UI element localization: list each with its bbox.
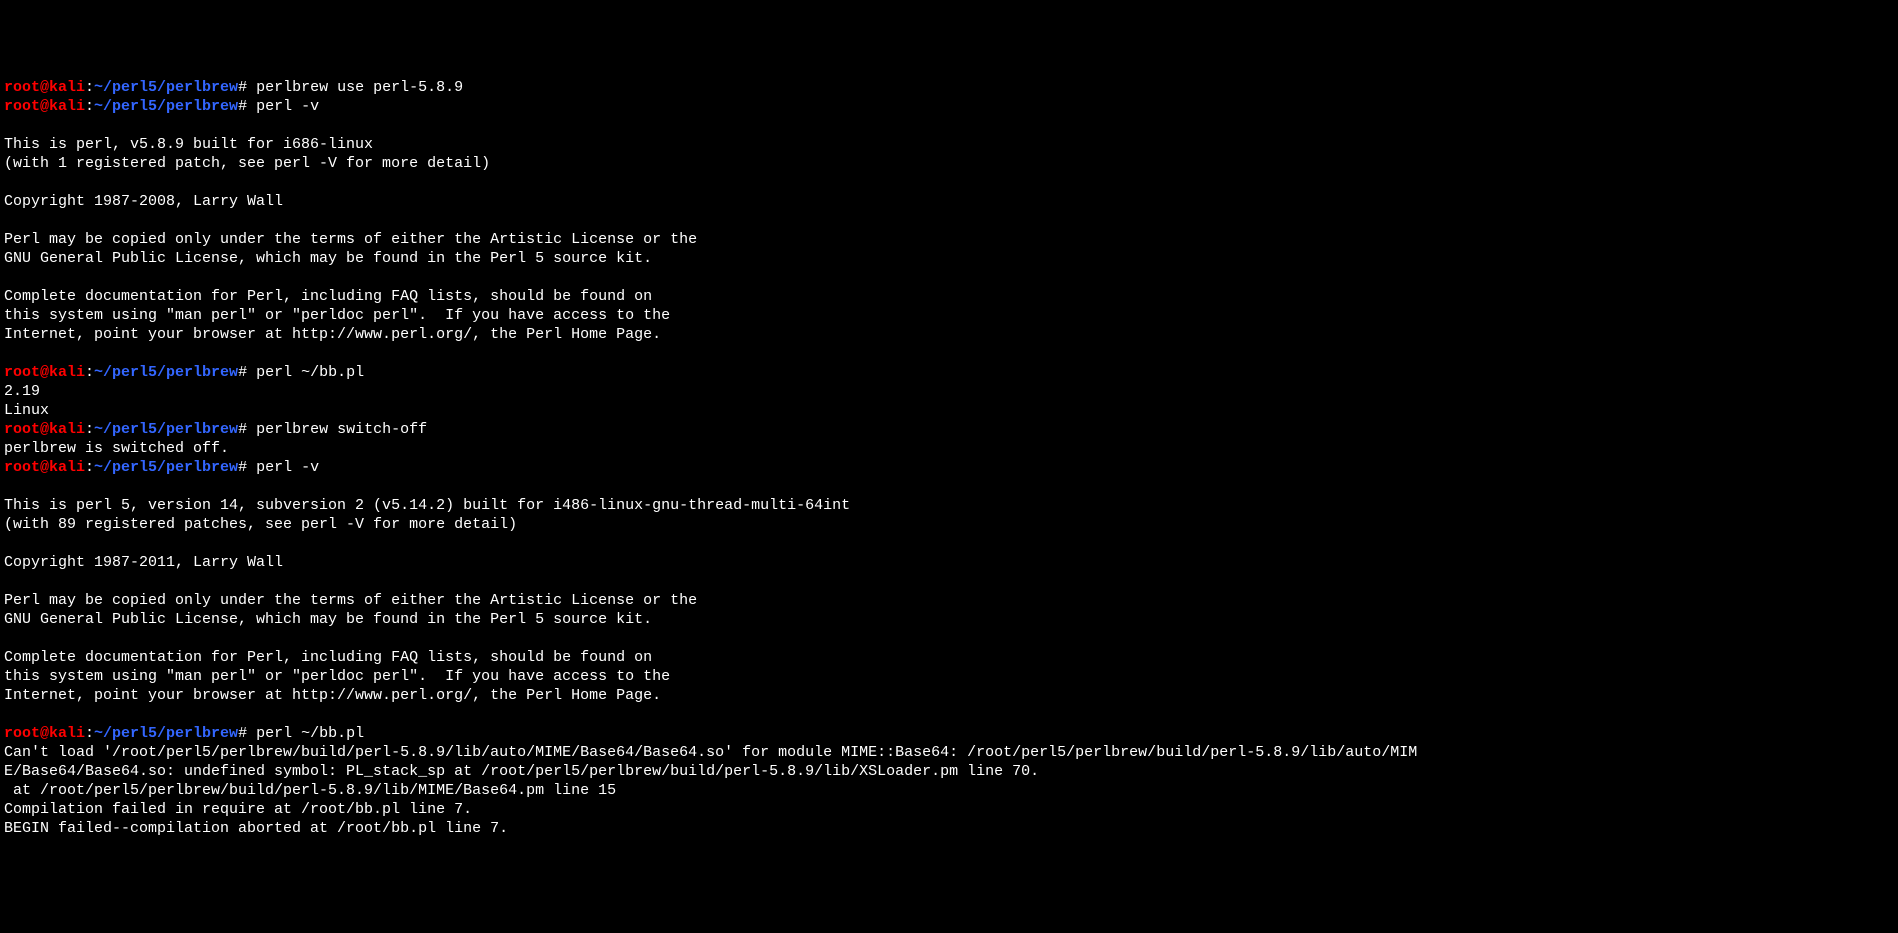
prompt-hash: # xyxy=(238,364,256,381)
prompt-hash: # xyxy=(238,421,256,438)
prompt-colon: : xyxy=(85,421,94,438)
terminal-line: root@kali:~/perl5/perlbrew# perlbrew use… xyxy=(4,78,1894,97)
output-line: Compilation failed in require at /root/b… xyxy=(4,800,1894,819)
output-line: Can't load '/root/perl5/perlbrew/build/p… xyxy=(4,743,1894,762)
output-line: BEGIN failed--compilation aborted at /ro… xyxy=(4,819,1894,838)
prompt-hash: # xyxy=(238,79,256,96)
output-line: This is perl, v5.8.9 built for i686-linu… xyxy=(4,135,1894,154)
blank-line xyxy=(4,629,1894,648)
blank-line xyxy=(4,211,1894,230)
output-line: at /root/perl5/perlbrew/build/perl-5.8.9… xyxy=(4,781,1894,800)
blank-line xyxy=(4,116,1894,135)
terminal-line: root@kali:~/perl5/perlbrew# perl ~/bb.pl xyxy=(4,724,1894,743)
command-text: perl ~/bb.pl xyxy=(256,364,364,381)
output-line: This is perl 5, version 14, subversion 2… xyxy=(4,496,1894,515)
prompt-colon: : xyxy=(85,364,94,381)
output-line: Copyright 1987-2008, Larry Wall xyxy=(4,192,1894,211)
output-line: GNU General Public License, which may be… xyxy=(4,610,1894,629)
output-line: (with 89 registered patches, see perl -V… xyxy=(4,515,1894,534)
terminal-line: root@kali:~/perl5/perlbrew# perlbrew swi… xyxy=(4,420,1894,439)
blank-line xyxy=(4,344,1894,363)
prompt-path: ~/perl5/perlbrew xyxy=(94,98,238,115)
command-text: perlbrew switch-off xyxy=(256,421,427,438)
terminal-line: root@kali:~/perl5/perlbrew# perl -v xyxy=(4,97,1894,116)
blank-line xyxy=(4,572,1894,591)
prompt-hash: # xyxy=(238,98,256,115)
prompt-user: root@kali xyxy=(4,725,85,742)
blank-line xyxy=(4,173,1894,192)
prompt-user: root@kali xyxy=(4,421,85,438)
prompt-user: root@kali xyxy=(4,459,85,476)
blank-line xyxy=(4,534,1894,553)
output-line: E/Base64/Base64.so: undefined symbol: PL… xyxy=(4,762,1894,781)
prompt-path: ~/perl5/perlbrew xyxy=(94,79,238,96)
command-text: perl -v xyxy=(256,459,319,476)
blank-line xyxy=(4,705,1894,724)
prompt-colon: : xyxy=(85,725,94,742)
prompt-path: ~/perl5/perlbrew xyxy=(94,364,238,381)
terminal-output[interactable]: root@kali:~/perl5/perlbrew# perlbrew use… xyxy=(4,78,1894,838)
command-text: perlbrew use perl-5.8.9 xyxy=(256,79,463,96)
output-line: this system using "man perl" or "perldoc… xyxy=(4,667,1894,686)
output-line: GNU General Public License, which may be… xyxy=(4,249,1894,268)
prompt-user: root@kali xyxy=(4,98,85,115)
prompt-colon: : xyxy=(85,98,94,115)
output-line: Perl may be copied only under the terms … xyxy=(4,591,1894,610)
command-text: perl ~/bb.pl xyxy=(256,725,364,742)
terminal-line: root@kali:~/perl5/perlbrew# perl ~/bb.pl xyxy=(4,363,1894,382)
prompt-hash: # xyxy=(238,725,256,742)
output-line: this system using "man perl" or "perldoc… xyxy=(4,306,1894,325)
prompt-colon: : xyxy=(85,79,94,96)
output-line: Internet, point your browser at http://w… xyxy=(4,325,1894,344)
output-line: (with 1 registered patch, see perl -V fo… xyxy=(4,154,1894,173)
prompt-hash: # xyxy=(238,459,256,476)
output-line: Internet, point your browser at http://w… xyxy=(4,686,1894,705)
prompt-path: ~/perl5/perlbrew xyxy=(94,459,238,476)
output-line: Linux xyxy=(4,401,1894,420)
output-line: Perl may be copied only under the terms … xyxy=(4,230,1894,249)
prompt-user: root@kali xyxy=(4,79,85,96)
output-line: Complete documentation for Perl, includi… xyxy=(4,287,1894,306)
output-line: perlbrew is switched off. xyxy=(4,439,1894,458)
prompt-path: ~/perl5/perlbrew xyxy=(94,725,238,742)
blank-line xyxy=(4,477,1894,496)
prompt-path: ~/perl5/perlbrew xyxy=(94,421,238,438)
blank-line xyxy=(4,268,1894,287)
output-line: Complete documentation for Perl, includi… xyxy=(4,648,1894,667)
prompt-colon: : xyxy=(85,459,94,476)
output-line: Copyright 1987-2011, Larry Wall xyxy=(4,553,1894,572)
prompt-user: root@kali xyxy=(4,364,85,381)
command-text: perl -v xyxy=(256,98,319,115)
terminal-line: root@kali:~/perl5/perlbrew# perl -v xyxy=(4,458,1894,477)
output-line: 2.19 xyxy=(4,382,1894,401)
